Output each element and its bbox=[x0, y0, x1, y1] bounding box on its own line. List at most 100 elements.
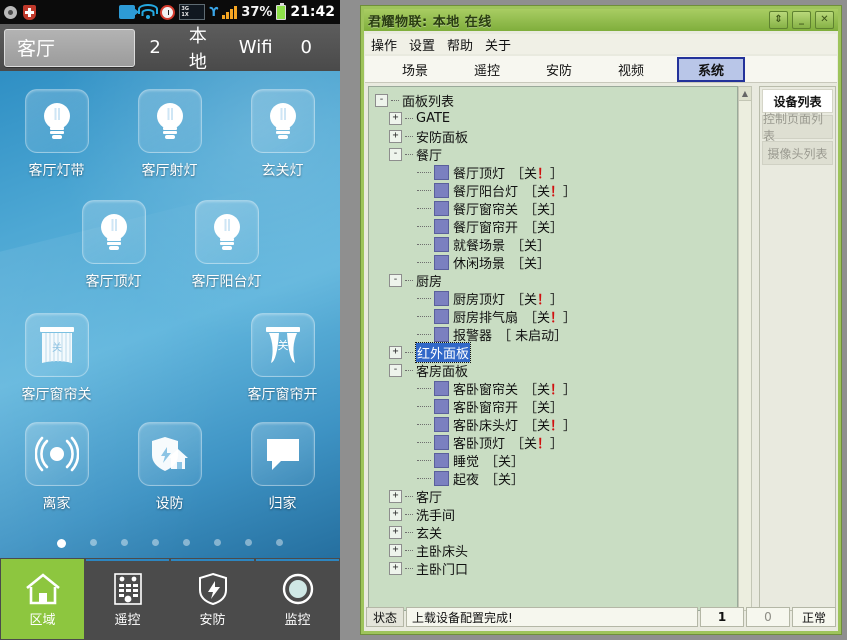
app-item-living-balcony-light[interactable]: 客厅阳台灯 bbox=[170, 200, 283, 291]
tree-device-node[interactable]: 客卧床头灯［关！］ bbox=[375, 415, 737, 433]
screenshot-root: 3G 1X ϒ 37% 21:42 客厅 2 本地 Wifi 0 bbox=[0, 0, 847, 640]
page-indicator-dots[interactable] bbox=[0, 539, 340, 548]
tree-group-node[interactable]: +客厅 bbox=[375, 487, 737, 505]
tab-security[interactable]: 安防 bbox=[523, 57, 595, 82]
tree-connector bbox=[391, 100, 399, 101]
expand-toggle-icon[interactable]: + bbox=[389, 544, 402, 557]
tree-group-node[interactable]: - 餐厅 bbox=[375, 145, 737, 163]
tree-device-node[interactable]: 起夜［关］ bbox=[375, 469, 737, 487]
tab-remote[interactable]: 遥控 bbox=[451, 57, 523, 82]
tab-system[interactable]: 系统 bbox=[677, 57, 745, 82]
collapse-toggle-icon[interactable]: - bbox=[389, 148, 402, 161]
tab-security[interactable]: 安防 bbox=[171, 559, 254, 639]
tree-group-node[interactable]: -面板列表 bbox=[375, 91, 737, 109]
app-item-return-home[interactable]: 归家 bbox=[226, 422, 339, 513]
tree-group-node[interactable]: -客房面板 bbox=[375, 361, 737, 379]
scroll-up-arrow[interactable]: ▲ bbox=[739, 87, 751, 101]
app-item-leave-home[interactable]: 离家 bbox=[0, 422, 113, 513]
expand-toggle-icon[interactable]: + bbox=[389, 490, 402, 503]
tree-group-node[interactable]: -厨房 bbox=[375, 271, 737, 289]
security-shield-icon bbox=[23, 5, 36, 20]
expand-toggle-icon[interactable]: + bbox=[389, 130, 402, 143]
tree-device-node[interactable]: 厨房排气扇［关！］ bbox=[375, 307, 737, 325]
tree-group-node[interactable]: + 安防面板 bbox=[375, 127, 737, 145]
tree-node-label: 安防面板 bbox=[416, 127, 468, 146]
page-dot-7[interactable] bbox=[245, 539, 252, 546]
tree-group-node[interactable]: +主卧门口 bbox=[375, 559, 737, 577]
tab-zone[interactable]: 区域 bbox=[1, 559, 84, 639]
camera-list-button[interactable]: 摄像头列表 bbox=[762, 141, 833, 165]
app-label: 玄关灯 bbox=[262, 160, 304, 180]
page-dot-6[interactable] bbox=[214, 539, 221, 546]
menu-item-settings[interactable]: 设置 bbox=[409, 35, 435, 54]
house-icon bbox=[23, 572, 63, 606]
window-title-bar[interactable]: 君耀物联: 本地 在线 ⇕ _ ✕ bbox=[364, 9, 838, 31]
tree-node-label: 睡觉 bbox=[453, 451, 479, 470]
tree-device-node[interactable]: 就餐场景［关］ bbox=[375, 235, 737, 253]
device-tree-panel[interactable]: -面板列表+GATE+安防面板-餐厅餐厅顶灯［关！］餐厅阳台灯［关！］餐厅窗帘关… bbox=[368, 86, 738, 611]
collapse-toggle-icon[interactable]: - bbox=[389, 364, 402, 377]
tree-device-node[interactable]: 餐厅顶灯［关！］ bbox=[375, 163, 737, 181]
tab-monitor[interactable]: 监控 bbox=[256, 559, 339, 639]
page-dot-5[interactable] bbox=[183, 539, 190, 546]
expand-toggle-icon[interactable]: + bbox=[389, 112, 402, 125]
menu-item-operation[interactable]: 操作 bbox=[371, 35, 397, 54]
control-page-list-button[interactable]: 控制页面列表 bbox=[762, 115, 833, 139]
tab-video[interactable]: 视频 bbox=[595, 57, 667, 82]
app-item-entry-light[interactable]: 玄关灯 bbox=[226, 89, 339, 180]
app-row-2: 客厅顶灯 客厅阳台灯 bbox=[0, 200, 340, 291]
menu-item-help[interactable]: 帮助 bbox=[447, 35, 473, 54]
tree-node-state: ［关］ bbox=[524, 217, 563, 236]
tree-group-node[interactable]: +洗手间 bbox=[375, 505, 737, 523]
collapse-toggle-icon[interactable]: - bbox=[375, 94, 388, 107]
app-item-living-curtain-close[interactable]: 关 客厅窗帘关 bbox=[0, 313, 113, 404]
app-item-arm-security[interactable]: 设防 bbox=[113, 422, 226, 513]
tree-group-node[interactable]: +玄关 bbox=[375, 523, 737, 541]
tree-connector bbox=[417, 388, 431, 389]
app-label: 客厅射灯 bbox=[142, 160, 198, 180]
tree-device-node[interactable]: 餐厅窗帘开［关］ bbox=[375, 217, 737, 235]
expand-toggle-icon[interactable]: + bbox=[389, 508, 402, 521]
app-row-3: 关 客厅窗帘关 关 bbox=[0, 313, 340, 404]
tree-node-label: 客卧床头灯 bbox=[453, 415, 518, 434]
expand-toggle-icon[interactable]: + bbox=[389, 526, 402, 539]
restore-icon[interactable]: ⇕ bbox=[769, 11, 788, 29]
tree-device-node[interactable]: 休闲场景［关］ bbox=[375, 253, 737, 271]
header-count-right: 0 bbox=[287, 37, 326, 58]
collapse-toggle-icon[interactable]: - bbox=[389, 274, 402, 287]
app-item-living-ceiling-light[interactable]: 客厅顶灯 bbox=[57, 200, 170, 291]
close-icon[interactable]: ✕ bbox=[815, 11, 834, 29]
page-dot-2[interactable] bbox=[90, 539, 97, 546]
tree-device-node[interactable]: 厨房顶灯［关！］ bbox=[375, 289, 737, 307]
minimize-icon[interactable]: _ bbox=[792, 11, 811, 29]
tree-device-node[interactable]: 睡觉［关］ bbox=[375, 451, 737, 469]
menu-item-about[interactable]: 关于 bbox=[485, 35, 511, 54]
tab-label: 监控 bbox=[284, 609, 310, 628]
app-item-living-curtain-open[interactable]: 关 客厅窗帘开 bbox=[226, 313, 339, 404]
device-swatch-icon bbox=[434, 417, 449, 432]
page-dot-1[interactable] bbox=[57, 539, 66, 548]
page-dot-3[interactable] bbox=[121, 539, 128, 546]
app-item-living-light-strip[interactable]: 客厅灯带 bbox=[0, 89, 113, 180]
tab-remote[interactable]: 遥控 bbox=[86, 559, 169, 639]
tree-device-node[interactable]: 报警器［ 未启动］ bbox=[375, 325, 737, 343]
tab-scene[interactable]: 场景 bbox=[379, 57, 451, 82]
tree-device-node[interactable]: 客卧窗帘关［关！］ bbox=[375, 379, 737, 397]
expand-toggle-icon[interactable]: + bbox=[389, 562, 402, 575]
tree-device-node[interactable]: 客卧顶灯［关！］ bbox=[375, 433, 737, 451]
curtain-closed-icon: 关 bbox=[25, 313, 89, 377]
tree-group-node[interactable]: +GATE bbox=[375, 109, 737, 127]
tree-device-node[interactable]: 餐厅阳台灯［关！］ bbox=[375, 181, 737, 199]
tree-device-node[interactable]: 客卧窗帘开［关］ bbox=[375, 397, 737, 415]
tree-group-node[interactable]: +主卧床头 bbox=[375, 541, 737, 559]
page-dot-8[interactable] bbox=[276, 539, 283, 546]
page-dot-4[interactable] bbox=[152, 539, 159, 546]
tree-group-node[interactable]: +红外面板 bbox=[375, 343, 737, 361]
room-selector[interactable]: 客厅 bbox=[4, 29, 135, 67]
expand-toggle-icon[interactable]: + bbox=[389, 346, 402, 359]
tree-device-node[interactable]: 餐厅窗帘关［关］ bbox=[375, 199, 737, 217]
tree-vertical-scrollbar[interactable]: ▲ bbox=[738, 86, 752, 611]
tree-node-label: 厨房顶灯 bbox=[453, 289, 505, 308]
app-item-living-spotlight[interactable]: 客厅射灯 bbox=[113, 89, 226, 180]
tree-node-label: 餐厅 bbox=[416, 145, 442, 164]
